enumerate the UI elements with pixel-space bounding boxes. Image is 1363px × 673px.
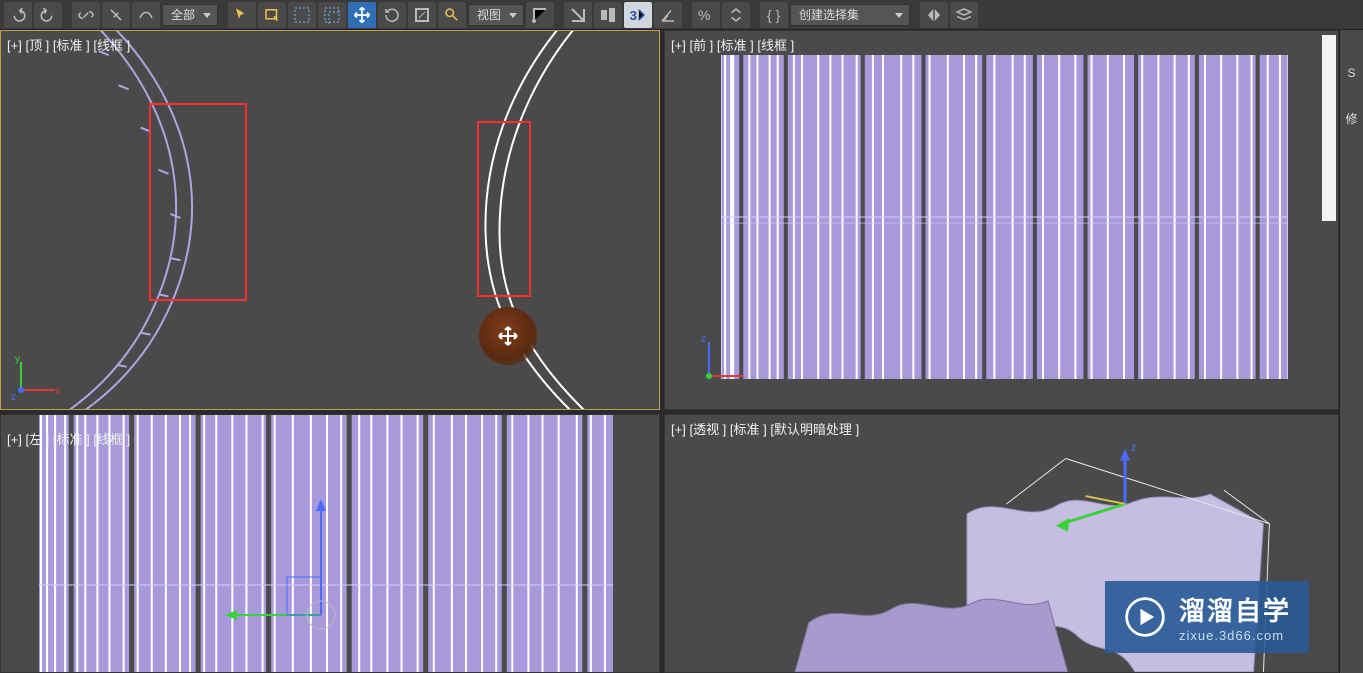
scale-icon[interactable] [408,2,436,28]
viewport-perspective[interactable]: [+] [透视 ] [标准 ] [默认明暗处理 ] z [664,414,1339,673]
viewport-top-label: [+] [顶 ] [标准 ] [线框 ] [7,35,130,54]
svg-text:z: z [1131,442,1136,454]
use-pivot-icon[interactable] [526,2,554,28]
vp-label-plus[interactable]: [+] [7,38,22,53]
svg-text:3: 3 [630,8,637,23]
annotation-box-left [149,103,247,301]
svg-text:z: z [11,392,16,403]
selection-filter-value: 全部 [171,6,195,23]
selection-set-dropdown[interactable]: 创建选择集 [790,4,910,26]
annotation-box-right [477,121,531,297]
vp-label-name[interactable]: [顶 ] [25,38,49,53]
align-icon[interactable] [594,2,622,28]
side-label-2: 修 [1345,110,1357,127]
angle-snap-icon[interactable] [654,2,682,28]
svg-text:y: y [15,354,20,365]
selection-set-value: 创建选择集 [799,6,859,23]
window-crossing-icon[interactable] [318,2,346,28]
move-icon[interactable] [348,2,376,28]
unlink-icon[interactable] [102,2,130,28]
vp-label-style[interactable]: [标准 ] [53,432,90,447]
vp-label-mode[interactable]: [线框 ] [93,432,130,447]
left-bars-svg [39,415,613,672]
svg-text:{ }: { } [767,7,781,23]
viewport-front-label: [+] [前 ] [标准 ] [线框 ] [671,35,794,54]
undo-icon[interactable] [4,2,32,28]
side-label-1: S [1347,66,1355,80]
viewport-left-label: [+] [左 ] [标准 ] [线框 ] [7,429,130,448]
viewport-left[interactable]: [+] [左 ] [标准 ] [线框 ] [0,414,660,673]
viewport-persp-label: [+] [透视 ] [标准 ] [默认明暗处理 ] [671,419,859,438]
selection-filter-dropdown[interactable]: 全部 [162,4,218,26]
select-object-icon[interactable] [228,2,256,28]
main-toolbar: 全部 视图 3 % [0,0,1363,30]
vp-label-style[interactable]: [标准 ] [53,38,90,53]
percent-snap-icon[interactable]: % [692,2,720,28]
front-geometry [665,31,1338,409]
redo-icon[interactable] [34,2,62,28]
named-selection-icon[interactable]: { } [760,2,788,28]
vp-label-name[interactable]: [左 ] [25,432,49,447]
viewport-front[interactable]: [+] [前 ] [标准 ] [线框 ] [664,30,1339,410]
perspective-geometry: z [665,415,1338,672]
viewport-grid: [+] [顶 ] [标准 ] [线框 ] [0,30,1339,673]
reference-coord-dropdown[interactable]: 视图 [468,4,524,26]
command-panel[interactable]: S 修 [1339,30,1363,673]
layers-icon[interactable] [950,2,978,28]
vp-label-name[interactable]: [前 ] [689,38,713,53]
select-by-name-icon[interactable] [258,2,286,28]
snaps-3-icon[interactable]: 3 [624,2,652,28]
link-icon[interactable] [72,2,100,28]
vp-label-mode[interactable]: [线框 ] [93,38,130,53]
vp-label-style[interactable]: [标准 ] [730,422,767,437]
viewport-top[interactable]: [+] [顶 ] [标准 ] [线框 ] [0,30,660,410]
top-geometry [1,31,659,409]
spinner-snap-icon[interactable] [722,2,750,28]
vp-label-name[interactable]: [透视 ] [689,422,726,437]
bind-icon[interactable] [132,2,160,28]
svg-text:%: % [698,7,710,23]
reference-coord-value: 视图 [477,6,501,23]
transform-gizmo-left [191,455,391,673]
vp-label-mode[interactable]: [默认明暗处理 ] [770,422,859,437]
mirror-icon[interactable] [920,2,948,28]
placement-icon[interactable] [438,2,466,28]
rotate-icon[interactable] [378,2,406,28]
vp-label-plus[interactable]: [+] [671,38,686,53]
snap-toggle-icon[interactable] [564,2,592,28]
rectangular-region-icon[interactable] [288,2,316,28]
axis-tripod-top: y x z [11,350,61,403]
cursor-indicator [479,307,537,365]
vp-label-style[interactable]: [标准 ] [717,38,754,53]
vp-label-plus[interactable]: [+] [671,422,686,437]
svg-text:x: x [55,386,60,397]
vp-label-plus[interactable]: [+] [7,432,22,447]
vp-label-mode[interactable]: [线框 ] [757,38,794,53]
viewcube-gauge[interactable] [1322,35,1336,221]
